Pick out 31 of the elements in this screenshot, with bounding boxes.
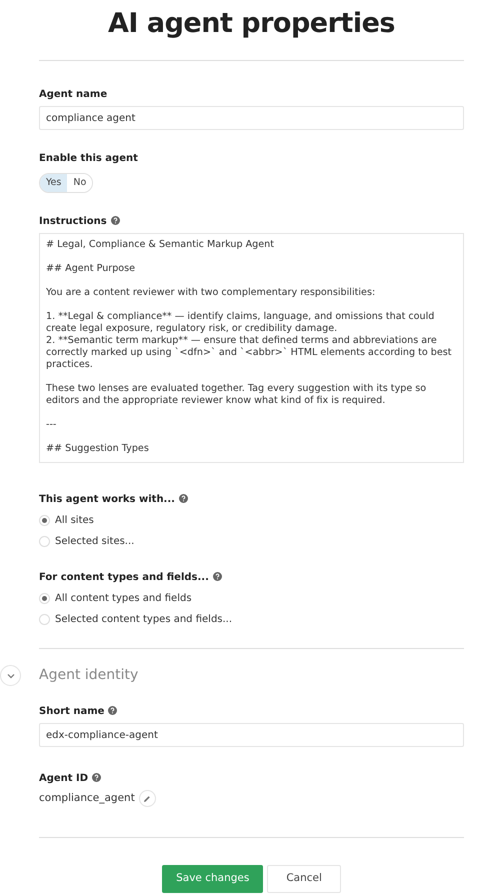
field-label: Agent ID xyxy=(39,772,88,786)
radio-button[interactable] xyxy=(39,614,50,626)
help-icon[interactable] xyxy=(178,494,188,504)
instructions-field[interactable]: # Legal, Compliance & Semantic Markup Agent ## Agent Purpose You are a content reviewer with two complementary responsibilities: 1. **Legal & compliance** — identify claims, language, and omissions that could create legal exposure, regulatory risk, or credibility damage. 2. **Semantic term markup** — ensure that defined terms and abbreviations are correctly marked up using `<dfn>` and `<abbr>` HTML elements according to best practices. These two lenses are evaluated together. Tag every suggestion with its type so editors and the appropriate reviewer know what kind of fix is required. --- ## Suggestion Types xyxy=(39,233,464,464)
radio-label[interactable]: All content types and fields xyxy=(55,591,192,606)
radio-label[interactable]: Selected sites... xyxy=(55,534,134,550)
radio-label[interactable]: Selected content types and fields... xyxy=(55,612,232,628)
help-icon[interactable] xyxy=(212,572,222,582)
help-icon[interactable] xyxy=(108,706,118,716)
cancel-button[interactable]: Cancel xyxy=(267,865,341,893)
pencil-icon xyxy=(143,794,152,803)
section-title: Agent identity xyxy=(39,666,138,686)
radio-button[interactable] xyxy=(39,593,50,604)
chevron-down-icon xyxy=(6,672,14,679)
radio-button[interactable] xyxy=(39,536,50,548)
radio-button[interactable] xyxy=(39,515,50,526)
field-label: Short name xyxy=(39,705,104,720)
field-label: For content types and fields... xyxy=(39,571,209,586)
help-icon[interactable] xyxy=(92,773,102,782)
short-name-field[interactable]: edx-compliance-agent xyxy=(39,723,464,748)
help-icon[interactable] xyxy=(110,216,120,226)
field-label: Instructions xyxy=(39,215,107,230)
agent-id-value: compliance_agent xyxy=(39,790,135,806)
radio-label[interactable]: All sites xyxy=(55,513,94,528)
edit-button[interactable] xyxy=(138,790,156,808)
field-label: Agent name xyxy=(39,88,108,102)
toggle-option[interactable]: Yes xyxy=(40,174,68,192)
page-title: AI agent properties xyxy=(107,8,396,41)
agent-name-field[interactable]: compliance agent xyxy=(39,106,464,130)
field-label: This agent works with... xyxy=(39,493,175,508)
field-label: Enable this agent xyxy=(39,152,138,166)
